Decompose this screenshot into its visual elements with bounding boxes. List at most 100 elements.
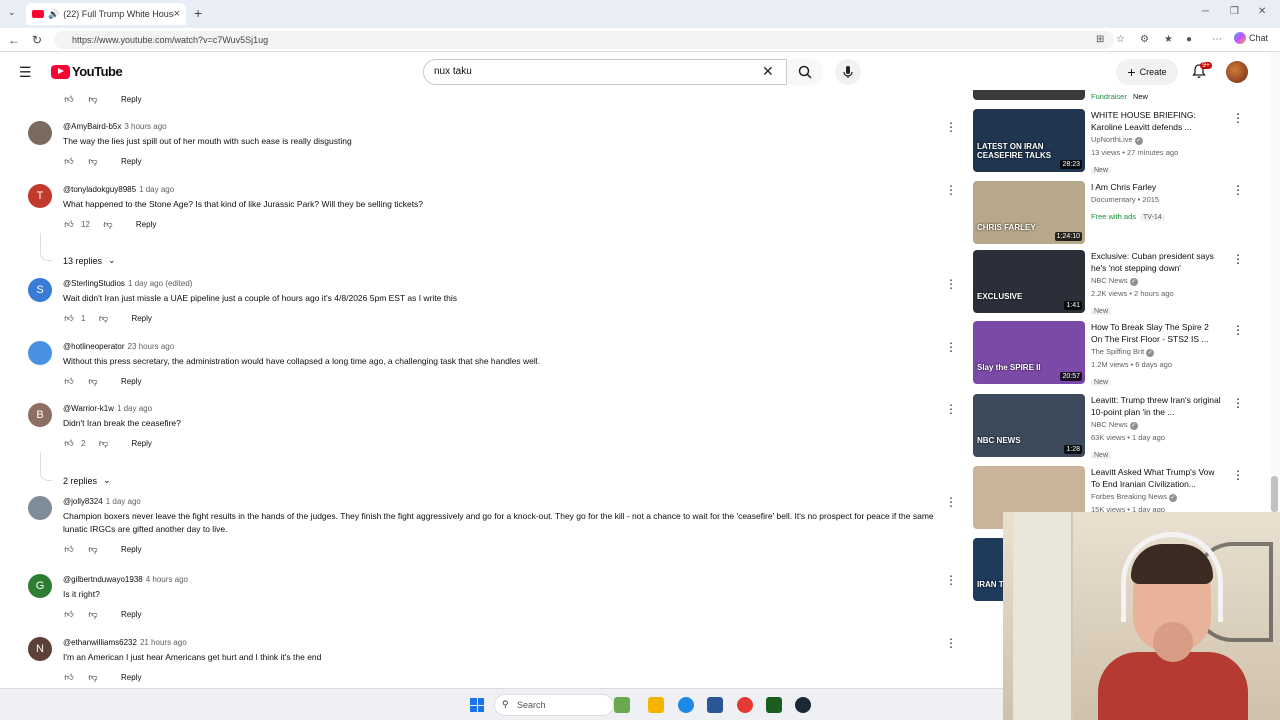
comment-menu-icon[interactable]: ⋮	[945, 636, 957, 650]
thumbs-up-icon[interactable]: 👍︎	[63, 544, 75, 555]
comment-menu-icon[interactable]: ⋮	[945, 573, 957, 587]
thumbs-up-icon[interactable]: 👍︎	[63, 672, 75, 683]
commenter-avatar[interactable]: G	[28, 574, 52, 598]
menu-hamburger-icon[interactable]: ☰	[19, 64, 32, 81]
recommended-video[interactable]: CHRIS FARLEY 1:24:10 I Am Chris Farley Docu…	[970, 181, 1255, 247]
comment-menu-icon[interactable]: ⋮	[945, 340, 957, 354]
maximize-icon[interactable]: ❐	[1230, 6, 1239, 17]
comment-time[interactable]: 1 day ago (edited)	[128, 279, 193, 288]
reply-button[interactable]: Reply	[131, 314, 151, 323]
thumbs-down-icon[interactable]: 👎︎	[97, 438, 109, 449]
create-button[interactable]: + Create	[1116, 59, 1178, 85]
clear-search-icon[interactable]: ✕	[762, 63, 774, 80]
copilot-chat-button[interactable]: Chat	[1234, 32, 1268, 44]
channel-name[interactable]: The Spiffing Brit ✓	[1091, 345, 1221, 358]
reply-button[interactable]: Reply	[121, 673, 141, 682]
close-window-icon[interactable]: ✕	[1258, 6, 1266, 17]
channel-name[interactable]: Forbes Breaking News ✓	[1091, 490, 1221, 503]
commenter-avatar[interactable]: S	[28, 278, 52, 302]
video-title[interactable]: I Am Chris Farley	[1091, 181, 1221, 193]
video-menu-icon[interactable]: ⋮	[1232, 468, 1244, 482]
video-title[interactable]: WHITE HOUSE BRIEFING: Karoline Leavitt d…	[1091, 109, 1221, 133]
youtube-logo[interactable]: YouTube	[51, 64, 123, 79]
commenter-avatar[interactable]: T	[28, 184, 52, 208]
new-tab-button[interactable]: +	[194, 5, 202, 21]
minimize-icon[interactable]: ─	[1202, 6, 1209, 17]
app-green-icon[interactable]	[766, 697, 782, 713]
search-button[interactable]	[787, 59, 823, 85]
recommended-video[interactable]: NBC NEWS 1:28 Leavitt: Trump threw Iran's …	[970, 394, 1255, 460]
comment-menu-icon[interactable]: ⋮	[945, 277, 957, 291]
thumbs-down-icon[interactable]: 👎︎	[97, 313, 109, 324]
video-thumbnail[interactable]: CHRIS FARLEY 1:24:10	[973, 181, 1085, 244]
back-icon[interactable]: ←	[8, 33, 20, 47]
file-explorer-icon[interactable]	[648, 697, 664, 713]
video-title[interactable]: Exclusive: Cuban president says he's 'no…	[1091, 250, 1221, 274]
recommended-video[interactable]: LATEST ON IRAN CEASEFIRE TALKS 28:23 WHITE…	[970, 109, 1255, 175]
previous-thumbnail[interactable]	[973, 90, 1085, 100]
comment-menu-icon[interactable]: ⋮	[945, 402, 957, 416]
video-menu-icon[interactable]: ⋮	[1232, 323, 1244, 337]
comment-time[interactable]: 3 hours ago	[124, 122, 166, 131]
address-bar[interactable]: https://www.youtube.com/watch?v=c7Wuv5Sj…	[54, 31, 1114, 49]
store-icon[interactable]	[707, 697, 723, 713]
scrollbar-thumb[interactable]	[1271, 476, 1278, 512]
reply-button[interactable]: Reply	[131, 439, 151, 448]
thumbs-down-icon[interactable]: 👎︎	[87, 156, 99, 167]
recommended-video[interactable]: Slay the SPIRE II 20:57 How To Break Slay …	[970, 321, 1255, 387]
thumbs-up-icon[interactable]: 👍︎	[63, 313, 75, 324]
comment-author[interactable]: @tonyladokguy8985	[63, 185, 136, 194]
comment-author[interactable]: @jolly8324	[63, 497, 103, 506]
thumbs-down-icon[interactable]: 👎︎	[87, 376, 99, 387]
thumbs-down-icon[interactable]: 👎︎	[87, 94, 99, 105]
comment-time[interactable]: 4 hours ago	[146, 575, 188, 584]
video-thumbnail[interactable]: Slay the SPIRE II 20:57	[973, 321, 1085, 384]
thumbs-down-icon[interactable]: 👎︎	[87, 609, 99, 620]
user-avatar[interactable]	[1226, 61, 1248, 83]
thumbs-up-icon[interactable]: 👍︎	[63, 376, 75, 387]
reply-button[interactable]: Reply	[121, 95, 141, 104]
comment-time[interactable]: 1 day ago	[106, 497, 141, 506]
thumbs-up-icon[interactable]: 👍︎	[63, 94, 75, 105]
channel-name[interactable]: Documentary • 2015	[1091, 193, 1221, 206]
tab-actions-chevron-icon[interactable]: ⌄	[8, 7, 16, 18]
comment-author[interactable]: @hotlineoperator	[63, 342, 125, 351]
comment-author[interactable]: @ethanwilliams6232	[63, 638, 137, 647]
view-replies-button[interactable]: 13 replies ⌄	[63, 255, 116, 266]
thumbs-up-icon[interactable]: 👍︎	[63, 609, 75, 620]
comment-author[interactable]: @gilbertnduwayo1938	[63, 575, 143, 584]
commenter-avatar[interactable]: B	[28, 403, 52, 427]
comment-menu-icon[interactable]: ⋮	[945, 183, 957, 197]
favorite-star-icon[interactable]: ☆	[1116, 34, 1125, 45]
speaker-icon[interactable]: 🔊	[48, 9, 59, 20]
favorites-icon[interactable]: ★	[1164, 34, 1173, 45]
thumbs-up-icon[interactable]: 👍︎	[63, 156, 75, 167]
profile-icon[interactable]: ●	[1186, 34, 1192, 45]
reply-button[interactable]: Reply	[121, 610, 141, 619]
more-options-icon[interactable]: ⋯	[1212, 34, 1222, 45]
reply-button[interactable]: Reply	[136, 220, 156, 229]
voice-search-button[interactable]	[835, 59, 861, 85]
reply-button[interactable]: Reply	[121, 377, 141, 386]
thumbs-up-icon[interactable]: 👍︎	[63, 438, 75, 449]
video-title[interactable]: Leavitt: Trump threw Iran's original 10-…	[1091, 394, 1221, 418]
video-menu-icon[interactable]: ⋮	[1232, 111, 1244, 125]
channel-name[interactable]: NBC News ✓	[1091, 418, 1221, 431]
thumbs-up-icon[interactable]: 👍︎	[63, 219, 75, 230]
video-thumbnail[interactable]: NBC NEWS 1:28	[973, 394, 1085, 457]
commenter-avatar[interactable]: N	[28, 637, 52, 661]
thumbs-down-icon[interactable]: 👎︎	[87, 544, 99, 555]
thumbs-down-icon[interactable]: 👎︎	[102, 219, 114, 230]
browser-tab-active[interactable]: 🔊 (22) Full Trump White House Press ×	[26, 3, 186, 25]
channel-name[interactable]: NBC News ✓	[1091, 274, 1221, 287]
app-available-icon[interactable]: ⊞	[1096, 34, 1104, 45]
taskbar-search-box[interactable]: Search	[494, 694, 614, 716]
close-tab-icon[interactable]: ×	[174, 8, 180, 20]
reply-button[interactable]: Reply	[121, 157, 141, 166]
refresh-icon[interactable]: ↻	[32, 33, 42, 47]
video-menu-icon[interactable]: ⋮	[1232, 183, 1244, 197]
commenter-avatar[interactable]	[28, 121, 52, 145]
reply-button[interactable]: Reply	[121, 545, 141, 554]
comment-time[interactable]: 23 hours ago	[128, 342, 175, 351]
app-red-icon[interactable]	[737, 697, 753, 713]
